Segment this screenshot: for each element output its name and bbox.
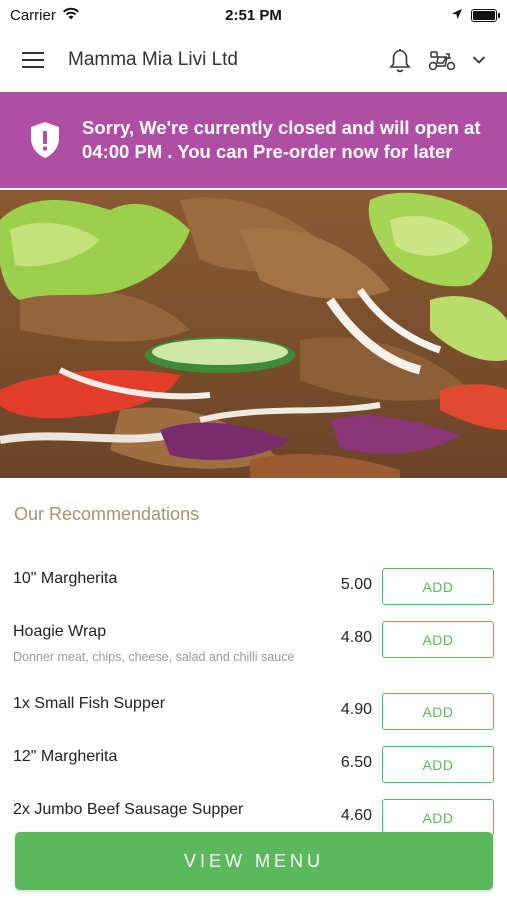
bell-icon[interactable] bbox=[383, 43, 417, 77]
shield-alert-icon bbox=[28, 120, 62, 160]
recommendations-title: Our Recommendations bbox=[14, 504, 200, 524]
closed-notice-banner: Sorry, We're currently closed and will o… bbox=[0, 92, 507, 188]
location-arrow-icon bbox=[451, 7, 463, 24]
view-menu-button[interactable]: VIEW MENU bbox=[15, 832, 493, 890]
wifi-icon bbox=[62, 7, 80, 24]
item-price: 4.90 bbox=[340, 701, 372, 718]
item-price: 5.00 bbox=[340, 576, 372, 593]
item-name: 10" Margherita bbox=[13, 570, 118, 587]
item-description: Donner meat, chips, cheese, salad and ch… bbox=[13, 650, 295, 664]
item-price: 6.50 bbox=[340, 754, 372, 771]
battery-icon bbox=[471, 8, 500, 22]
item-price: 4.80 bbox=[340, 629, 372, 646]
item-name: Hoagie Wrap bbox=[13, 623, 107, 640]
status-time: 2:51 PM bbox=[225, 6, 282, 24]
app-header: Mamma Mia Livi Ltd bbox=[0, 30, 507, 90]
item-price: 4.60 bbox=[340, 807, 372, 824]
add-button[interactable]: ADD bbox=[382, 693, 494, 730]
carrier-label: Carrier bbox=[10, 6, 56, 24]
hero-food-image bbox=[0, 190, 507, 478]
restaurant-title: Mamma Mia Livi Ltd bbox=[68, 49, 238, 70]
scooter-icon[interactable] bbox=[425, 43, 459, 77]
item-name: 1x Small Fish Supper bbox=[13, 695, 166, 712]
item-name: 12" Margherita bbox=[13, 748, 118, 765]
closed-message: Sorry, We're currently closed and will o… bbox=[82, 117, 481, 162]
status-bar: Carrier 2:51 PM bbox=[0, 0, 507, 30]
add-button[interactable]: ADD bbox=[382, 746, 494, 783]
menu-icon[interactable] bbox=[18, 45, 48, 75]
add-button[interactable]: ADD bbox=[382, 799, 494, 836]
add-button[interactable]: ADD bbox=[382, 568, 494, 605]
chevron-down-icon[interactable] bbox=[467, 43, 491, 77]
add-button[interactable]: ADD bbox=[382, 621, 494, 658]
item-name: 2x Jumbo Beef Sausage Supper bbox=[13, 801, 244, 818]
